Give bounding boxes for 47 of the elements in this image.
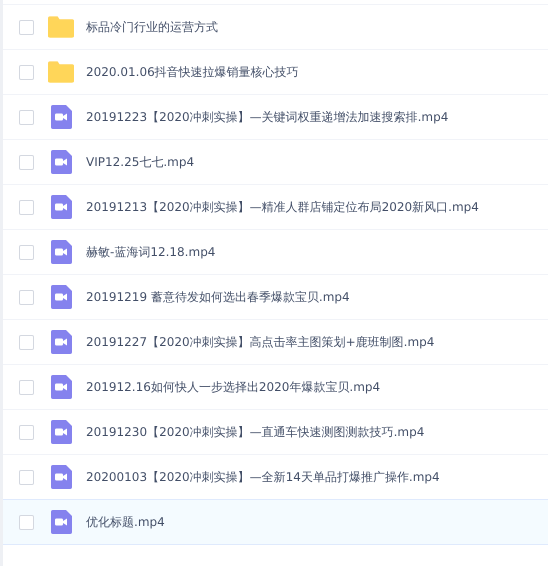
file-name: 优化标题.mp4 — [86, 514, 165, 530]
video-file-icon — [50, 150, 72, 174]
checkbox[interactable] — [19, 514, 34, 530]
file-row[interactable]: 20191223【2020冲刺实操】—关键词权重递增法加速搜索排.mp4 — [3, 94, 548, 139]
video-file-icon — [50, 285, 72, 309]
file-row[interactable]: 201912.16如何快人一步选择出2020年爆款宝贝.mp4 — [3, 364, 548, 409]
checkbox[interactable] — [19, 154, 34, 170]
checkbox[interactable] — [19, 424, 34, 440]
file-name: 20191213【2020冲刺实操】—精准人群店铺定位布局2020新风口.mp4 — [86, 198, 479, 216]
file-row[interactable]: 标品冷门行业的运营方式 — [3, 4, 548, 49]
video-file-icon — [50, 420, 72, 444]
video-file-icon — [50, 240, 72, 264]
file-name: 20191223【2020冲刺实操】—关键词权重递增法加速搜索排.mp4 — [86, 108, 448, 126]
video-file-icon — [50, 375, 72, 399]
checkbox[interactable] — [19, 334, 34, 350]
file-row[interactable]: 20191219 蓄意待发如何选出春季爆款宝贝.mp4 — [3, 274, 548, 319]
checkbox[interactable] — [19, 64, 34, 80]
checkbox[interactable] — [19, 470, 34, 484]
video-file-icon — [50, 510, 72, 534]
file-name: 20191219 蓄意待发如何选出春季爆款宝贝.mp4 — [86, 288, 350, 306]
file-name: VIP12.25七七.mp4 — [86, 154, 194, 170]
folder-icon — [48, 16, 74, 38]
video-file-icon — [50, 105, 72, 129]
video-file-icon — [50, 465, 72, 489]
checkbox[interactable] — [19, 20, 34, 34]
folder-icon — [48, 61, 74, 83]
file-name: 赫敏-蓝海词12.18.mp4 — [86, 244, 216, 260]
file-row[interactable]: 20191213【2020冲刺实操】—精准人群店铺定位布局2020新风口.mp4 — [3, 184, 548, 229]
video-file-icon — [50, 195, 72, 219]
checkbox[interactable] — [19, 290, 34, 304]
file-row[interactable]: VIP12.25七七.mp4 — [3, 139, 548, 184]
file-name: 20191227【2020冲刺实操】高点击率主图策划+鹿班制图.mp4 — [86, 334, 434, 350]
video-file-icon — [50, 330, 72, 354]
file-row[interactable]: 2020.01.06抖音快速拉爆销量核心技巧 — [3, 49, 548, 94]
checkbox[interactable] — [19, 244, 34, 260]
file-name: 2020.01.06抖音快速拉爆销量核心技巧 — [86, 64, 299, 80]
checkbox[interactable] — [19, 380, 34, 394]
file-row[interactable]: 优化标题.mp4 — [3, 499, 548, 545]
file-name: 20200103【2020冲刺实操】—全新14天单品打爆推广操作.mp4 — [86, 468, 440, 486]
file-row[interactable]: 赫敏-蓝海词12.18.mp4 — [3, 229, 548, 274]
file-name: 20191230【2020冲刺实操】—直通车快速测图测款技巧.mp4 — [86, 424, 424, 440]
file-name: 201912.16如何快人一步选择出2020年爆款宝贝.mp4 — [86, 378, 380, 396]
file-row[interactable]: 20191230【2020冲刺实操】—直通车快速测图测款技巧.mp4 — [3, 409, 548, 454]
checkbox[interactable] — [19, 110, 34, 124]
file-name: 标品冷门行业的运营方式 — [86, 18, 218, 36]
checkbox[interactable] — [19, 200, 34, 214]
file-row[interactable]: 20191227【2020冲刺实操】高点击率主图策划+鹿班制图.mp4 — [3, 319, 548, 364]
